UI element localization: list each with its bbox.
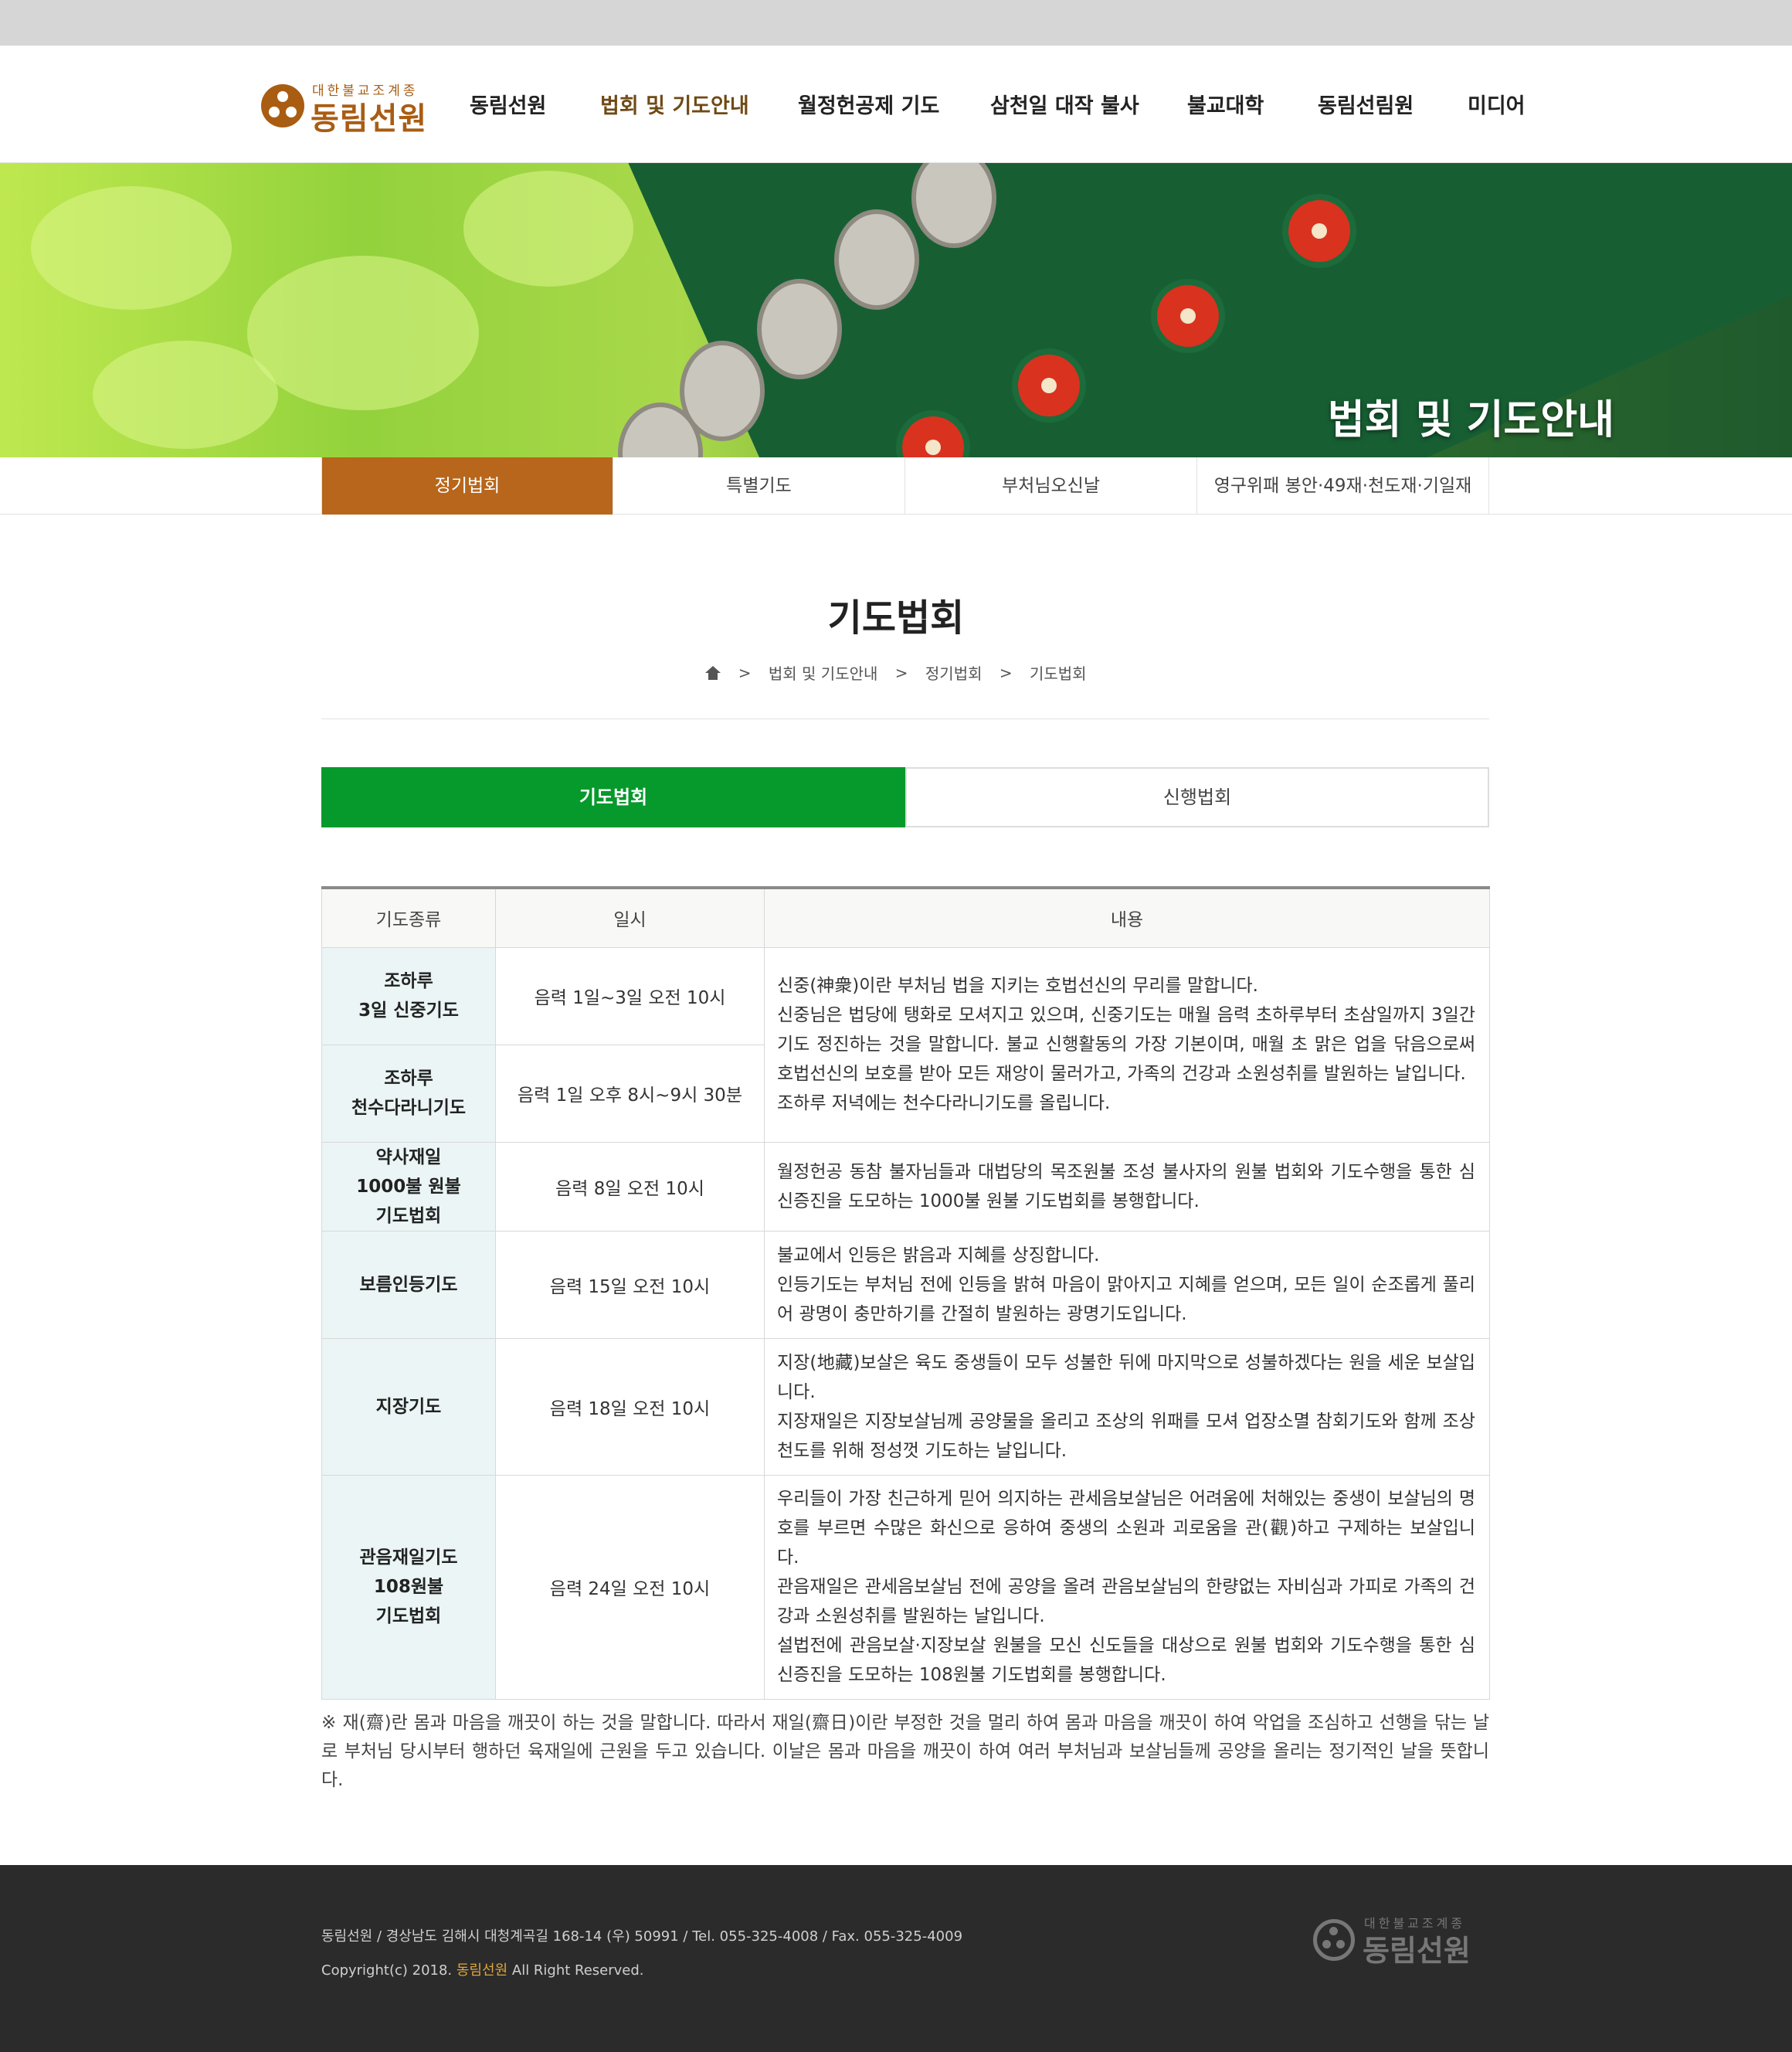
chevron-right-icon: > bbox=[999, 663, 1013, 682]
footer-address: 동림선원 / 경상남도 김해시 대청계곡길 168-14 (우) 50991 /… bbox=[321, 1928, 963, 1945]
description-paragraph: 인등기도는 부처님 전에 인등을 밝혀 마음이 맑아지고 지혜를 얻으며, 모든… bbox=[777, 1274, 1475, 1324]
description-paragraph: 신중님은 법당에 탱화로 모셔지고 있으며, 신중기도는 매월 음력 초하루부터… bbox=[777, 1005, 1475, 1084]
description-paragraph: 지장재일은 지장보살님께 공양물을 올리고 조상의 위패를 모셔 업장소멸 참회… bbox=[777, 1411, 1475, 1461]
browser-top-bar bbox=[0, 0, 1792, 46]
logo-emblem-icon bbox=[1313, 1919, 1355, 1961]
prayer-schedule-table: 기도종류 일시 내용 조하루 3일 신중기도 음력 1일~3일 오전 10시 신… bbox=[321, 886, 1490, 1700]
site-header: 대한불교조계종 동림선원 동림선원 법회 및 기도안내 월정헌공제 기도 삼천일… bbox=[0, 46, 1792, 163]
prayer-date-cell: 음력 18일 오전 10시 bbox=[495, 1337, 765, 1476]
prayer-description-cell: 신중(神衆)이란 부처님 법을 지키는 호법선신의 무리를 말합니다. 신중님은… bbox=[764, 946, 1490, 1143]
chevron-right-icon: > bbox=[738, 663, 752, 682]
subtab-buddha-birthday[interactable]: 부처님오신날 bbox=[905, 457, 1197, 515]
site-logo[interactable]: 대한불교조계종 동림선원 bbox=[261, 76, 431, 137]
prayer-type-line: 기도법회 bbox=[375, 1205, 442, 1226]
table-row: 약사재일 1000불 원불 기도법회 음력 8일 오전 10시 월정헌공 동참 … bbox=[321, 1141, 1490, 1232]
description-paragraph: 설법전에 관음보살·지장보살 원불을 모신 신도들을 대상으로 원불 법회와 기… bbox=[777, 1636, 1475, 1685]
sub-navigation: 정기법회 특별기도 부처님오신날 영구위패 봉안·49재·천도재·기일재 bbox=[0, 457, 1792, 515]
prayer-type-cell: 관음재일기도 108원불 기도법회 bbox=[321, 1474, 496, 1700]
subtab-memorial-rites[interactable]: 영구위패 봉안·49재·천도재·기일재 bbox=[1197, 457, 1489, 515]
hero-banner: 법회 및 기도안내 bbox=[0, 163, 1792, 457]
tab-prayer-dharma[interactable]: 기도법회 bbox=[321, 767, 905, 827]
home-icon[interactable] bbox=[705, 665, 721, 680]
prayer-type-cell: 조하루 천수다라니기도 bbox=[321, 1044, 496, 1143]
prayer-type-line: 보름인등기도 bbox=[359, 1274, 458, 1295]
table-row: 지장기도 음력 18일 오전 10시 지장(地藏)보살은 육도 중생들이 모두 … bbox=[321, 1337, 1490, 1476]
nav-item-media[interactable]: 미디어 bbox=[1468, 89, 1526, 120]
description-paragraph: 조하루 저녁에는 천수다라니기도를 올립니다. bbox=[777, 1093, 1111, 1113]
page-title: 기도법회 bbox=[827, 596, 965, 640]
prayer-description-cell: 불교에서 인등은 밝음과 지혜를 상징합니다. 인등기도는 부처님 전에 인등을… bbox=[764, 1230, 1490, 1339]
subtab-regular-dharma[interactable]: 정기법회 bbox=[321, 457, 613, 515]
copyright-brand: 동림선원 bbox=[456, 1962, 508, 1979]
prayer-description-cell: 월정헌공 동참 불자님들과 대법당의 목조원불 조성 불사자의 원불 법회와 기… bbox=[764, 1141, 1490, 1232]
breadcrumb-current: 기도법회 bbox=[1029, 664, 1087, 683]
table-row: 관음재일기도 108원불 기도법회 음력 24일 오전 10시 우리들이 가장 … bbox=[321, 1474, 1490, 1700]
copyright-suffix: All Right Reserved. bbox=[511, 1962, 644, 1979]
footer-logo: 대한불교조계종 동림선원 bbox=[1313, 1910, 1491, 1968]
column-header: 내용 bbox=[764, 887, 1490, 948]
prayer-date-cell: 음력 1일~3일 오전 10시 bbox=[495, 946, 765, 1045]
prayer-type-line: 천수다라니기도 bbox=[351, 1098, 467, 1118]
table-row: 보름인등기도 음력 15일 오전 10시 불교에서 인등은 밝음과 지혜를 상징… bbox=[321, 1230, 1490, 1339]
prayer-description-cell: 우리들이 가장 친근하게 믿어 의지하는 관세음보살님은 어려움에 처해있는 중… bbox=[764, 1474, 1490, 1700]
nav-item-3000-days[interactable]: 삼천일 대작 불사 bbox=[990, 89, 1139, 120]
description-paragraph: 신중(神衆)이란 부처님 법을 지키는 호법선신의 무리를 말합니다. bbox=[777, 976, 1258, 996]
copyright-prefix: Copyright(c) 2018. bbox=[321, 1962, 453, 1979]
nav-item-donglim-forest[interactable]: 동림선림원 bbox=[1318, 89, 1414, 120]
description-paragraph: 월정헌공 동참 불자님들과 대법당의 목조원불 조성 불사자의 원불 법회와 기… bbox=[777, 1161, 1475, 1211]
prayer-date-cell: 음력 24일 오전 10시 bbox=[495, 1474, 765, 1700]
prayer-date-cell: 음력 15일 오전 10시 bbox=[495, 1230, 765, 1339]
prayer-type-cell: 지장기도 bbox=[321, 1337, 496, 1476]
prayer-type-line: 1000불 원불 bbox=[356, 1176, 461, 1197]
description-paragraph: 우리들이 가장 친근하게 믿어 의지하는 관세음보살님은 어려움에 처해있는 중… bbox=[777, 1489, 1475, 1568]
tab-practice-dharma[interactable]: 신행법회 bbox=[905, 767, 1489, 827]
prayer-type-line: 기도법회 bbox=[375, 1606, 442, 1626]
footer-copyright: Copyright(c) 2018. 동림선원 All Right Reserv… bbox=[321, 1959, 644, 1979]
footnote: ※ 재(齋)란 몸과 마음을 깨끗이 하는 것을 말합니다. 따라서 재일(齋日… bbox=[321, 1713, 1489, 1790]
breadcrumb: > 법회 및 기도안내 > 정기법회 > 기도법회 bbox=[0, 661, 1792, 684]
breadcrumb-item[interactable]: 법회 및 기도안내 bbox=[769, 661, 878, 684]
nav-item-donglim[interactable]: 동림선원 bbox=[470, 89, 546, 120]
description-paragraph: 관음재일은 관세음보살님 전에 공양을 올려 관음보살님의 한량없는 자비심과 … bbox=[777, 1577, 1475, 1626]
prayer-type-line: 지장기도 bbox=[375, 1396, 442, 1417]
site-footer: 동림선원 / 경상남도 김해시 대청계곡길 168-14 (우) 50991 /… bbox=[0, 1865, 1792, 2052]
prayer-type-line: 108원불 bbox=[373, 1577, 444, 1597]
hero-title: 법회 및 기도안내 bbox=[1327, 397, 1614, 443]
prayer-type-line: 관음재일기도 bbox=[359, 1547, 458, 1568]
breadcrumb-item[interactable]: 정기법회 bbox=[925, 661, 983, 684]
nav-item-dharma-prayer[interactable]: 법회 및 기도안내 bbox=[600, 89, 749, 120]
description-paragraph: 불교에서 인등은 밝음과 지혜를 상징합니다. bbox=[777, 1245, 1100, 1266]
prayer-type-cell: 조하루 3일 신중기도 bbox=[321, 946, 496, 1045]
footer-logo-title: 동림선원 bbox=[1363, 1934, 1471, 1968]
prayer-type-cell: 약사재일 1000불 원불 기도법회 bbox=[321, 1141, 496, 1232]
prayer-type-cell: 보름인등기도 bbox=[321, 1230, 496, 1339]
nav-item-monthly-offering[interactable]: 월정헌공제 기도 bbox=[798, 89, 939, 120]
column-header: 일시 bbox=[495, 887, 765, 948]
prayer-date-cell: 음력 1일 오후 8시~9시 30분 bbox=[495, 1044, 765, 1143]
logo-emblem-icon bbox=[261, 84, 304, 127]
prayer-type-line: 조하루 bbox=[384, 971, 433, 991]
description-paragraph: 지장(地藏)보살은 육도 중생들이 모두 성불한 뒤에 마지막으로 성불하겠다는… bbox=[777, 1352, 1475, 1402]
nav-item-buddhist-college[interactable]: 불교대학 bbox=[1187, 89, 1264, 120]
subtab-special-prayer[interactable]: 특별기도 bbox=[613, 457, 905, 515]
table-row: 조하루 3일 신중기도 음력 1일~3일 오전 10시 신중(神衆)이란 부처님… bbox=[321, 946, 1490, 1143]
logo-title: 동림선원 bbox=[311, 101, 428, 137]
table-header-row: 기도종류 일시 내용 bbox=[321, 887, 1490, 948]
prayer-type-line: 조하루 bbox=[384, 1068, 433, 1089]
column-header: 기도종류 bbox=[321, 887, 496, 948]
prayer-type-line: 약사재일 bbox=[375, 1147, 442, 1167]
prayer-description-cell: 지장(地藏)보살은 육도 중생들이 모두 성불한 뒤에 마지막으로 성불하겠다는… bbox=[764, 1337, 1490, 1476]
chevron-right-icon: > bbox=[894, 663, 908, 682]
prayer-type-line: 3일 신중기도 bbox=[358, 1001, 459, 1021]
prayer-date-cell: 음력 8일 오전 10시 bbox=[495, 1141, 765, 1232]
